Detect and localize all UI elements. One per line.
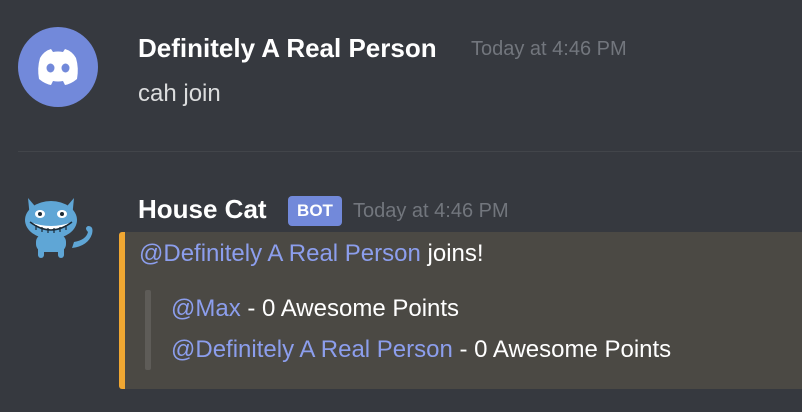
message-2: House Cat BOT Today at 4:46 PM @Definite… (0, 0, 802, 412)
bot-tag: BOT (288, 196, 342, 226)
user-mention[interactable]: @Max (171, 295, 241, 322)
quote-bar (145, 290, 151, 370)
username[interactable]: House Cat (138, 194, 267, 225)
user-mention[interactable]: @Definitely A Real Person (139, 240, 421, 267)
embed: @Definitely A Real Person joins! @Max - … (119, 232, 802, 389)
grinning-cat-icon[interactable] (18, 190, 98, 270)
embed-header: @Definitely A Real Person joins! (139, 240, 484, 268)
embed-line-text: - 0 Awesome Points (240, 295, 460, 322)
embed-line-text: - 0 Awesome Points (452, 336, 672, 363)
timestamp: Today at 4:46 PM (353, 200, 509, 222)
embed-header-text: joins! (420, 240, 484, 267)
embed-line-1: @Max - 0 Awesome Points (171, 295, 459, 323)
user-mention[interactable]: @Definitely A Real Person (171, 336, 453, 363)
embed-line-2: @Definitely A Real Person - 0 Awesome Po… (171, 336, 671, 364)
